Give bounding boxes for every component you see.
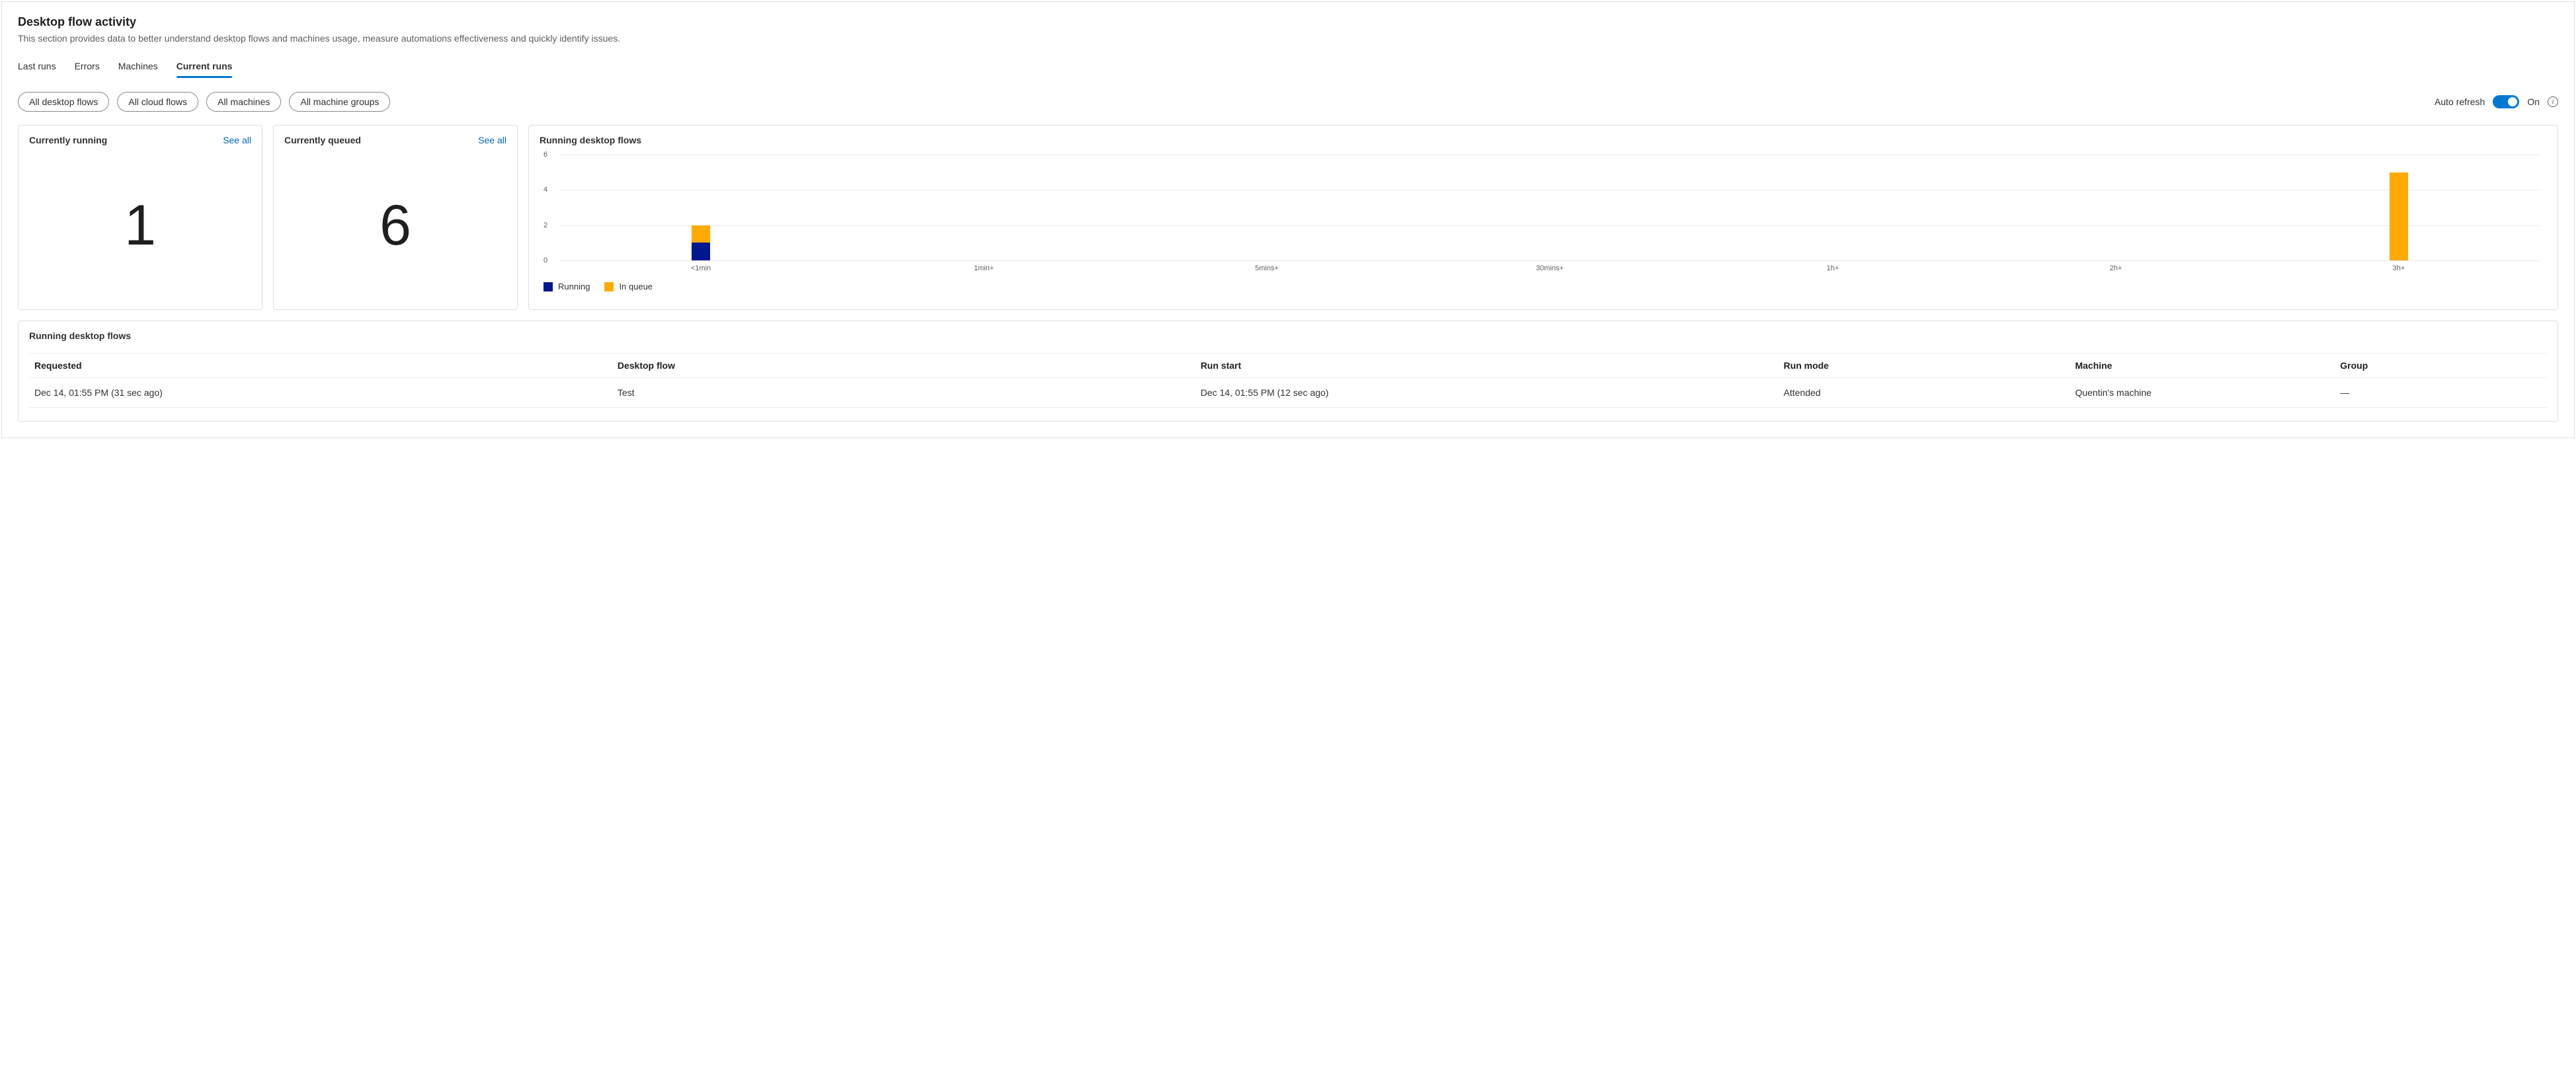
auto-refresh-label: Auto refresh <box>2435 96 2485 107</box>
table-row[interactable]: Dec 14, 01:55 PM (31 sec ago)TestDec 14,… <box>29 378 2547 408</box>
chart-y-tick: 4 <box>543 186 547 194</box>
card-currently-queued: Currently queued See all 6 <box>273 125 518 310</box>
chart-y-tick: 0 <box>543 256 547 264</box>
cell-requested: Dec 14, 01:55 PM (31 sec ago) <box>29 378 612 408</box>
chart-y-tick: 2 <box>543 221 547 229</box>
col-run-mode[interactable]: Run mode <box>1779 354 2070 378</box>
chart-y-tick: 6 <box>543 151 547 159</box>
currently-running-value: 1 <box>29 151 251 300</box>
chart-x-label: 2h+ <box>2099 264 2132 272</box>
chart-x-label: 1min+ <box>967 264 1000 272</box>
bar-segment-running <box>692 243 710 260</box>
cell-machine: Quentin's machine <box>2070 378 2335 408</box>
chart-x-label: 5mins+ <box>1250 264 1283 272</box>
cell-desktop-flow: Test <box>612 378 1195 408</box>
swatch-running-icon <box>543 282 553 291</box>
chart-x-label: 30mins+ <box>1533 264 1566 272</box>
cell-group: — <box>2335 378 2547 408</box>
auto-refresh-state: On <box>2527 96 2540 107</box>
chart-x-label: 3h+ <box>2382 264 2415 272</box>
card-currently-running: Currently running See all 1 <box>18 125 262 310</box>
page-description: This section provides data to better und… <box>18 33 2558 44</box>
chart-plot: 0246 <box>559 155 2540 260</box>
legend-in-queue: In queue <box>604 282 653 291</box>
chart-title: Running desktop flows <box>540 135 641 145</box>
cell-run-mode: Attended <box>1779 378 2070 408</box>
chart-x-label: <1min <box>684 264 717 272</box>
col-requested[interactable]: Requested <box>29 354 612 378</box>
chart-bar <box>2107 155 2125 260</box>
col-machine[interactable]: Machine <box>2070 354 2335 378</box>
cell-run-start: Dec 14, 01:55 PM (12 sec ago) <box>1195 378 1779 408</box>
auto-refresh-group: Auto refresh On i <box>2435 95 2558 108</box>
chart-bar <box>1824 155 1842 260</box>
chart-bar <box>692 155 710 260</box>
table-running-desktop-flows: Running desktop flows Requested Desktop … <box>18 321 2558 422</box>
chart-bar <box>975 155 993 260</box>
page-title: Desktop flow activity <box>18 15 2558 29</box>
chart-bar <box>1258 155 1276 260</box>
chart-gridline <box>559 260 2540 261</box>
col-run-start[interactable]: Run start <box>1195 354 1779 378</box>
table-header-row: Requested Desktop flow Run start Run mod… <box>29 354 2547 378</box>
tab-current-runs[interactable]: Current runs <box>177 57 233 78</box>
filter-all-machines[interactable]: All machines <box>206 92 281 112</box>
legend-running: Running <box>543 282 590 291</box>
running-flows-table: Requested Desktop flow Run start Run mod… <box>29 353 2547 408</box>
tab-machines[interactable]: Machines <box>118 57 158 78</box>
card-running-desktop-flows-chart: Running desktop flows 0246 <1min1min+5mi… <box>528 125 2558 310</box>
tab-errors[interactable]: Errors <box>75 57 100 78</box>
table-title: Running desktop flows <box>29 330 2547 341</box>
chart-x-label: 1h+ <box>1816 264 1849 272</box>
filter-all-machine-groups[interactable]: All machine groups <box>289 92 390 112</box>
tab-last-runs[interactable]: Last runs <box>18 57 56 78</box>
card-currently-running-title: Currently running <box>29 135 107 145</box>
tabs: Last runs Errors Machines Current runs <box>18 57 2558 79</box>
chart-bar <box>1541 155 1559 260</box>
chart-x-labels: <1min 1min+ 5mins+ 30mins+ 1h+ 2h+ 3h+ <box>559 264 2540 272</box>
see-all-queued[interactable]: See all <box>478 135 506 145</box>
col-group[interactable]: Group <box>2335 354 2547 378</box>
bar-segment-in-queue <box>692 225 710 243</box>
legend-in-queue-label: In queue <box>619 282 653 291</box>
card-currently-queued-title: Currently queued <box>284 135 361 145</box>
info-icon[interactable]: i <box>2548 96 2558 107</box>
swatch-queue-icon <box>604 282 614 291</box>
filter-all-cloud-flows[interactable]: All cloud flows <box>117 92 198 112</box>
filter-pills: All desktop flows All cloud flows All ma… <box>18 92 390 112</box>
chart-bar <box>2390 155 2408 260</box>
bar-segment-in-queue <box>2390 172 2408 260</box>
legend-running-label: Running <box>558 282 590 291</box>
chart-legend: Running In queue <box>543 282 2547 291</box>
currently-queued-value: 6 <box>284 151 506 300</box>
filter-all-desktop-flows[interactable]: All desktop flows <box>18 92 109 112</box>
see-all-running[interactable]: See all <box>223 135 251 145</box>
col-desktop-flow[interactable]: Desktop flow <box>612 354 1195 378</box>
auto-refresh-toggle[interactable] <box>2493 95 2519 108</box>
